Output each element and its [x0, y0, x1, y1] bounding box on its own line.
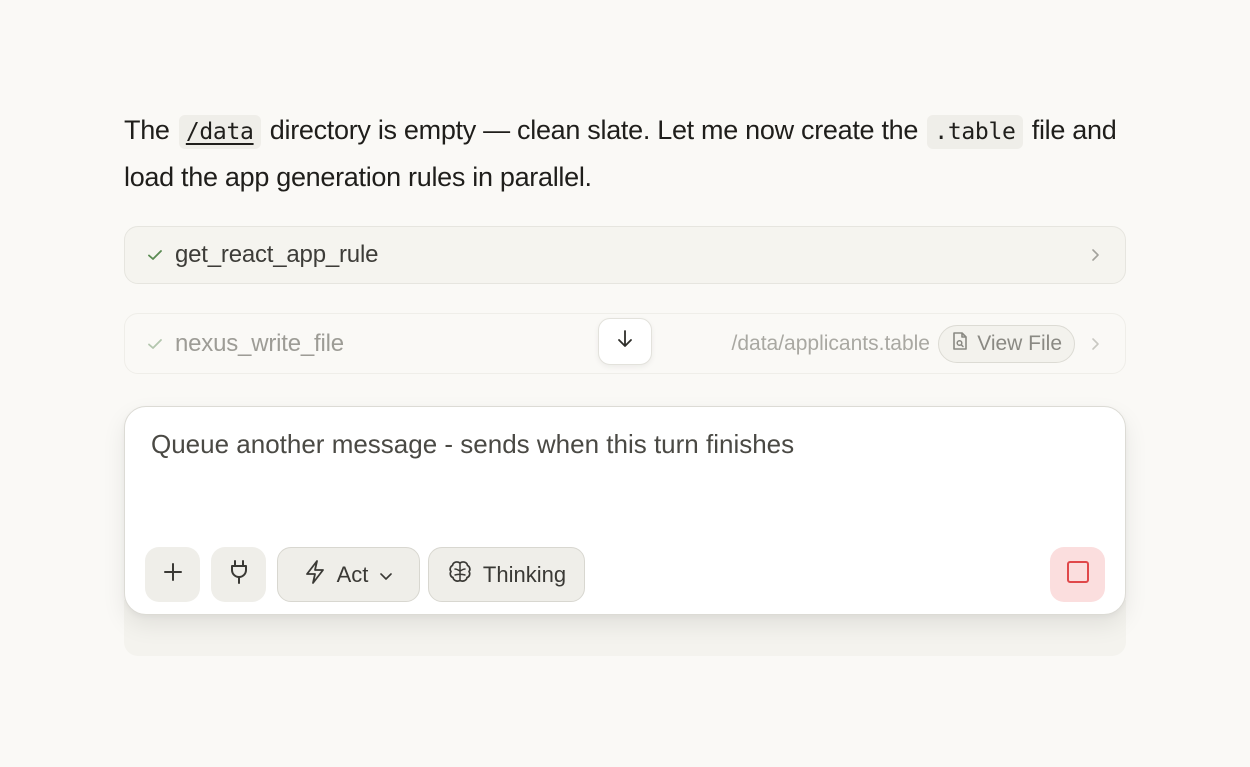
tool-call-get-react-app-rule[interactable]: get_react_app_rule	[124, 226, 1126, 284]
check-icon	[145, 334, 165, 354]
lightning-icon	[303, 559, 327, 591]
message-text: The /data directory is empty — clean sla…	[124, 108, 1126, 200]
message-part: directory is empty — clean slate. Let me…	[269, 115, 919, 145]
plus-icon	[162, 561, 184, 588]
arrow-down-icon	[615, 328, 635, 355]
composer: Act Thinking	[124, 406, 1126, 615]
brain-icon	[447, 559, 473, 591]
scroll-to-bottom-button[interactable]	[598, 318, 652, 365]
view-file-label: View File	[977, 331, 1062, 355]
chevron-right-icon	[1089, 248, 1103, 262]
assistant-message: The /data directory is empty — clean sla…	[124, 108, 1126, 200]
connectors-button[interactable]	[211, 547, 266, 602]
code-data-dir[interactable]: /data	[178, 115, 261, 149]
file-search-icon	[951, 331, 969, 357]
file-path: /data/applicants.table	[731, 331, 930, 355]
code-table-ext: .table	[927, 115, 1023, 149]
tool-name: get_react_app_rule	[175, 241, 379, 268]
chevron-down-icon	[378, 562, 394, 588]
thinking-toggle[interactable]: Thinking	[428, 547, 585, 602]
message-input[interactable]	[151, 429, 1091, 460]
stop-button[interactable]	[1050, 547, 1105, 602]
plug-icon	[228, 559, 250, 590]
check-icon	[145, 245, 165, 265]
mode-select-act[interactable]: Act	[277, 547, 420, 602]
message-part: The	[124, 115, 170, 145]
tool-name: nexus_write_file	[175, 329, 344, 357]
add-button[interactable]	[145, 547, 200, 602]
chevron-right-icon	[1089, 337, 1103, 351]
stop-square-icon	[1066, 560, 1090, 589]
mode-label: Act	[336, 561, 369, 587]
thinking-label: Thinking	[482, 561, 567, 587]
view-file-button[interactable]: View File	[938, 324, 1075, 363]
